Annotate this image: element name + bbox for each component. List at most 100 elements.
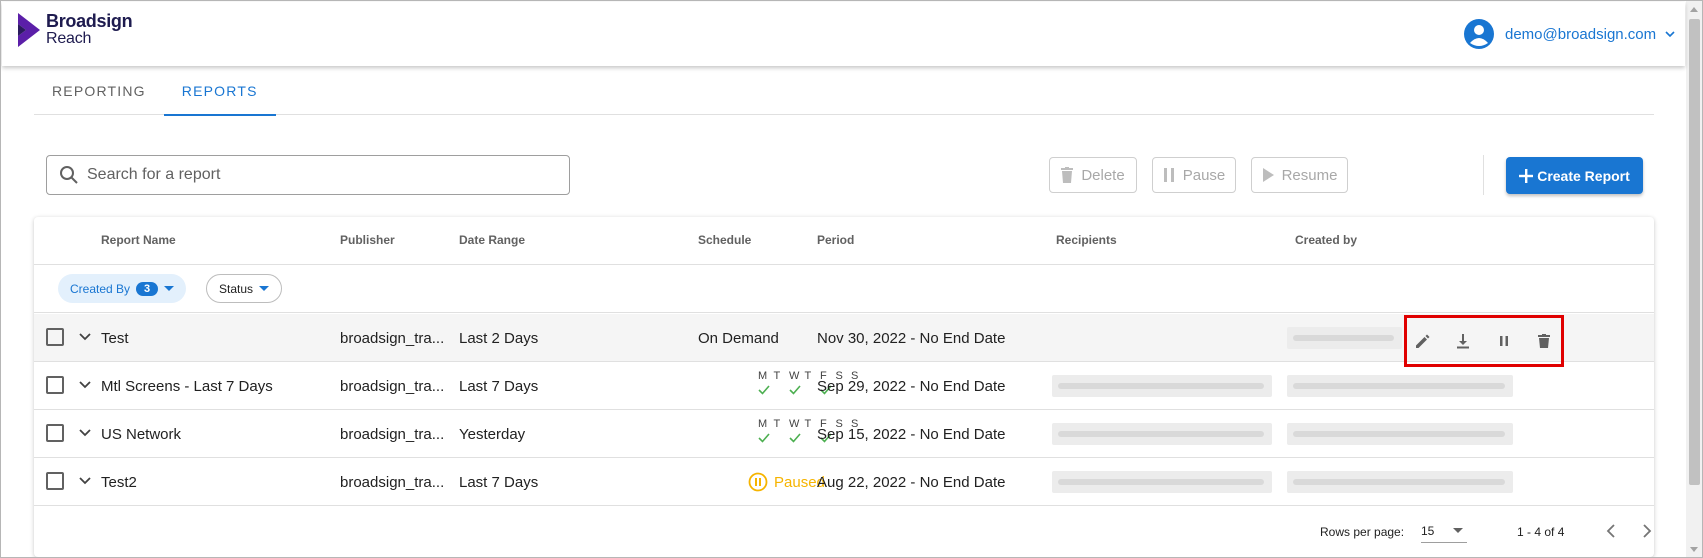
delete-label: Delete <box>1081 166 1125 184</box>
period-cell: Nov 30, 2022 - No End Date <box>817 329 1006 347</box>
created-by-filter-label: Created By <box>70 281 131 296</box>
caret-down-icon <box>1453 528 1463 533</box>
table-row[interactable]: Mtl Screens - Last 7 Days broadsign_tra.… <box>34 362 1654 410</box>
created-by-redacted <box>1287 471 1513 493</box>
caret-down-icon <box>259 286 270 291</box>
logo-text: Broadsign Reach <box>46 11 133 47</box>
weekday-label: W <box>789 418 800 430</box>
filter-bar: Created By 3 Status <box>34 265 1654 313</box>
scroll-down-arrow-icon[interactable] <box>1690 547 1698 552</box>
expand-chevron-icon[interactable] <box>78 378 92 392</box>
create-report-button[interactable]: Create Report <box>1506 157 1643 194</box>
expand-chevron-icon[interactable] <box>78 474 92 488</box>
reports-table: Report Name Publisher Date Range Schedul… <box>34 217 1654 557</box>
weekday-label: W <box>789 370 800 382</box>
pause-circle-icon <box>748 472 768 492</box>
caret-down-icon <box>164 286 175 291</box>
column-header-created-by[interactable]: Created by <box>1295 233 1357 247</box>
chevron-down-icon <box>1665 31 1675 38</box>
account-circle-icon <box>1464 19 1494 49</box>
rows-per-page-label: Rows per page: <box>1320 525 1405 539</box>
status-filter-chip[interactable]: Status <box>206 274 283 303</box>
period-cell: Aug 22, 2022 - No End Date <box>817 473 1006 491</box>
create-report-label: Create Report <box>1537 167 1630 184</box>
search-icon <box>60 166 78 184</box>
row-checkbox[interactable] <box>46 376 64 394</box>
scrollbar-thumb[interactable] <box>1689 19 1700 485</box>
table-row[interactable]: US Network broadsign_tra... Yesterday MT… <box>34 410 1654 458</box>
logo-line-1: Broadsign <box>46 11 133 31</box>
period-cell: Sep 15, 2022 - No End Date <box>817 425 1006 443</box>
check-icon <box>789 431 805 443</box>
previous-page-icon[interactable] <box>1602 521 1622 541</box>
row-checkbox[interactable] <box>46 328 64 346</box>
scroll-up-arrow-icon[interactable] <box>1690 7 1698 12</box>
report-name-cell[interactable]: US Network <box>101 410 181 458</box>
created-by-redacted <box>1287 423 1513 445</box>
expand-chevron-icon[interactable] <box>78 426 92 440</box>
app-header: Broadsign Reach demo@broadsign.com <box>2 2 1685 66</box>
publisher-cell: broadsign_tra... <box>340 473 445 491</box>
created-by-redacted <box>1287 375 1513 397</box>
column-header-schedule[interactable]: Schedule <box>698 233 751 247</box>
logo-line-2: Reach <box>46 30 92 47</box>
recipients-redacted <box>1052 471 1272 493</box>
check-icon <box>789 383 805 395</box>
column-header-date-range[interactable]: Date Range <box>459 233 525 247</box>
created-by-filter-chip[interactable]: Created By 3 <box>58 274 187 303</box>
edit-icon[interactable] <box>1413 331 1433 351</box>
search-input[interactable] <box>87 166 507 184</box>
resume-button[interactable]: Resume <box>1251 157 1348 193</box>
download-icon[interactable] <box>1453 331 1473 351</box>
row-actions-highlight <box>1404 315 1564 367</box>
column-header-recipients[interactable]: Recipients <box>1056 233 1117 247</box>
logo-mark-icon <box>18 13 40 47</box>
expand-chevron-icon[interactable] <box>78 330 92 344</box>
column-header-period[interactable]: Period <box>817 233 854 247</box>
date-range-cell: Yesterday <box>459 425 526 443</box>
resume-label: Resume <box>1281 166 1338 184</box>
reports-page: REPORTING REPORTS Delete <box>34 67 1654 557</box>
vertical-scrollbar[interactable] <box>1686 1 1702 557</box>
table-row[interactable]: Test2 broadsign_tra... Last 7 Days Pause… <box>34 458 1654 506</box>
date-range-cell: Last 2 Days <box>459 329 539 347</box>
table-pagination: Rows per page: 15 1 - 4 of 4 <box>34 505 1654 557</box>
publisher-cell: broadsign_tra... <box>340 425 445 443</box>
tab-reporting[interactable]: REPORTING <box>34 67 164 115</box>
rows-per-page-select[interactable]: 15 <box>1421 519 1467 543</box>
table-row[interactable]: Test broadsign_tra... Last 2 Days On Dem… <box>34 314 1654 367</box>
pause-icon <box>1163 168 1174 182</box>
search-box[interactable] <box>46 155 570 195</box>
paused-status: Paused <box>748 458 825 506</box>
date-range-cell: Last 7 Days <box>459 377 539 395</box>
publisher-cell: broadsign_tra... <box>340 377 445 395</box>
recipients-redacted <box>1052 423 1272 445</box>
pause-button[interactable]: Pause <box>1152 157 1236 193</box>
period-cell: Sep 29, 2022 - No End Date <box>817 377 1006 395</box>
broadsign-reach-logo[interactable]: Broadsign Reach <box>18 11 133 47</box>
created-by-redacted <box>1287 327 1402 349</box>
check-icon <box>758 431 774 443</box>
app-window: Broadsign Reach demo@broadsign.com REPOR… <box>0 0 1703 558</box>
reports-toolbar: Delete Pause Resume Create Report <box>34 155 1654 197</box>
next-page-icon[interactable] <box>1636 521 1656 541</box>
row-checkbox[interactable] <box>46 472 64 490</box>
report-name-cell[interactable]: Mtl Screens - Last 7 Days <box>101 362 273 410</box>
delete-button[interactable]: Delete <box>1049 157 1137 193</box>
rows-per-page-value: 15 <box>1421 523 1435 538</box>
date-range-cell: Last 7 Days <box>459 473 539 491</box>
weekday-label: M <box>758 370 768 382</box>
user-email: demo@broadsign.com <box>1505 25 1657 43</box>
delete-icon[interactable] <box>1534 331 1554 351</box>
column-header-report-name[interactable]: Report Name <box>101 233 176 247</box>
report-name-cell[interactable]: Test2 <box>101 458 137 506</box>
column-header-publisher[interactable]: Publisher <box>340 233 395 247</box>
tab-reports[interactable]: REPORTS <box>163 67 276 116</box>
pagination-range: 1 - 4 of 4 <box>1517 525 1565 539</box>
publisher-cell: broadsign_tra... <box>340 329 445 347</box>
row-checkbox[interactable] <box>46 424 64 442</box>
user-menu[interactable]: demo@broadsign.com <box>1463 18 1676 50</box>
pause-icon[interactable] <box>1494 331 1514 351</box>
report-name-cell[interactable]: Test <box>101 314 129 362</box>
weekday-label: T <box>773 370 781 382</box>
